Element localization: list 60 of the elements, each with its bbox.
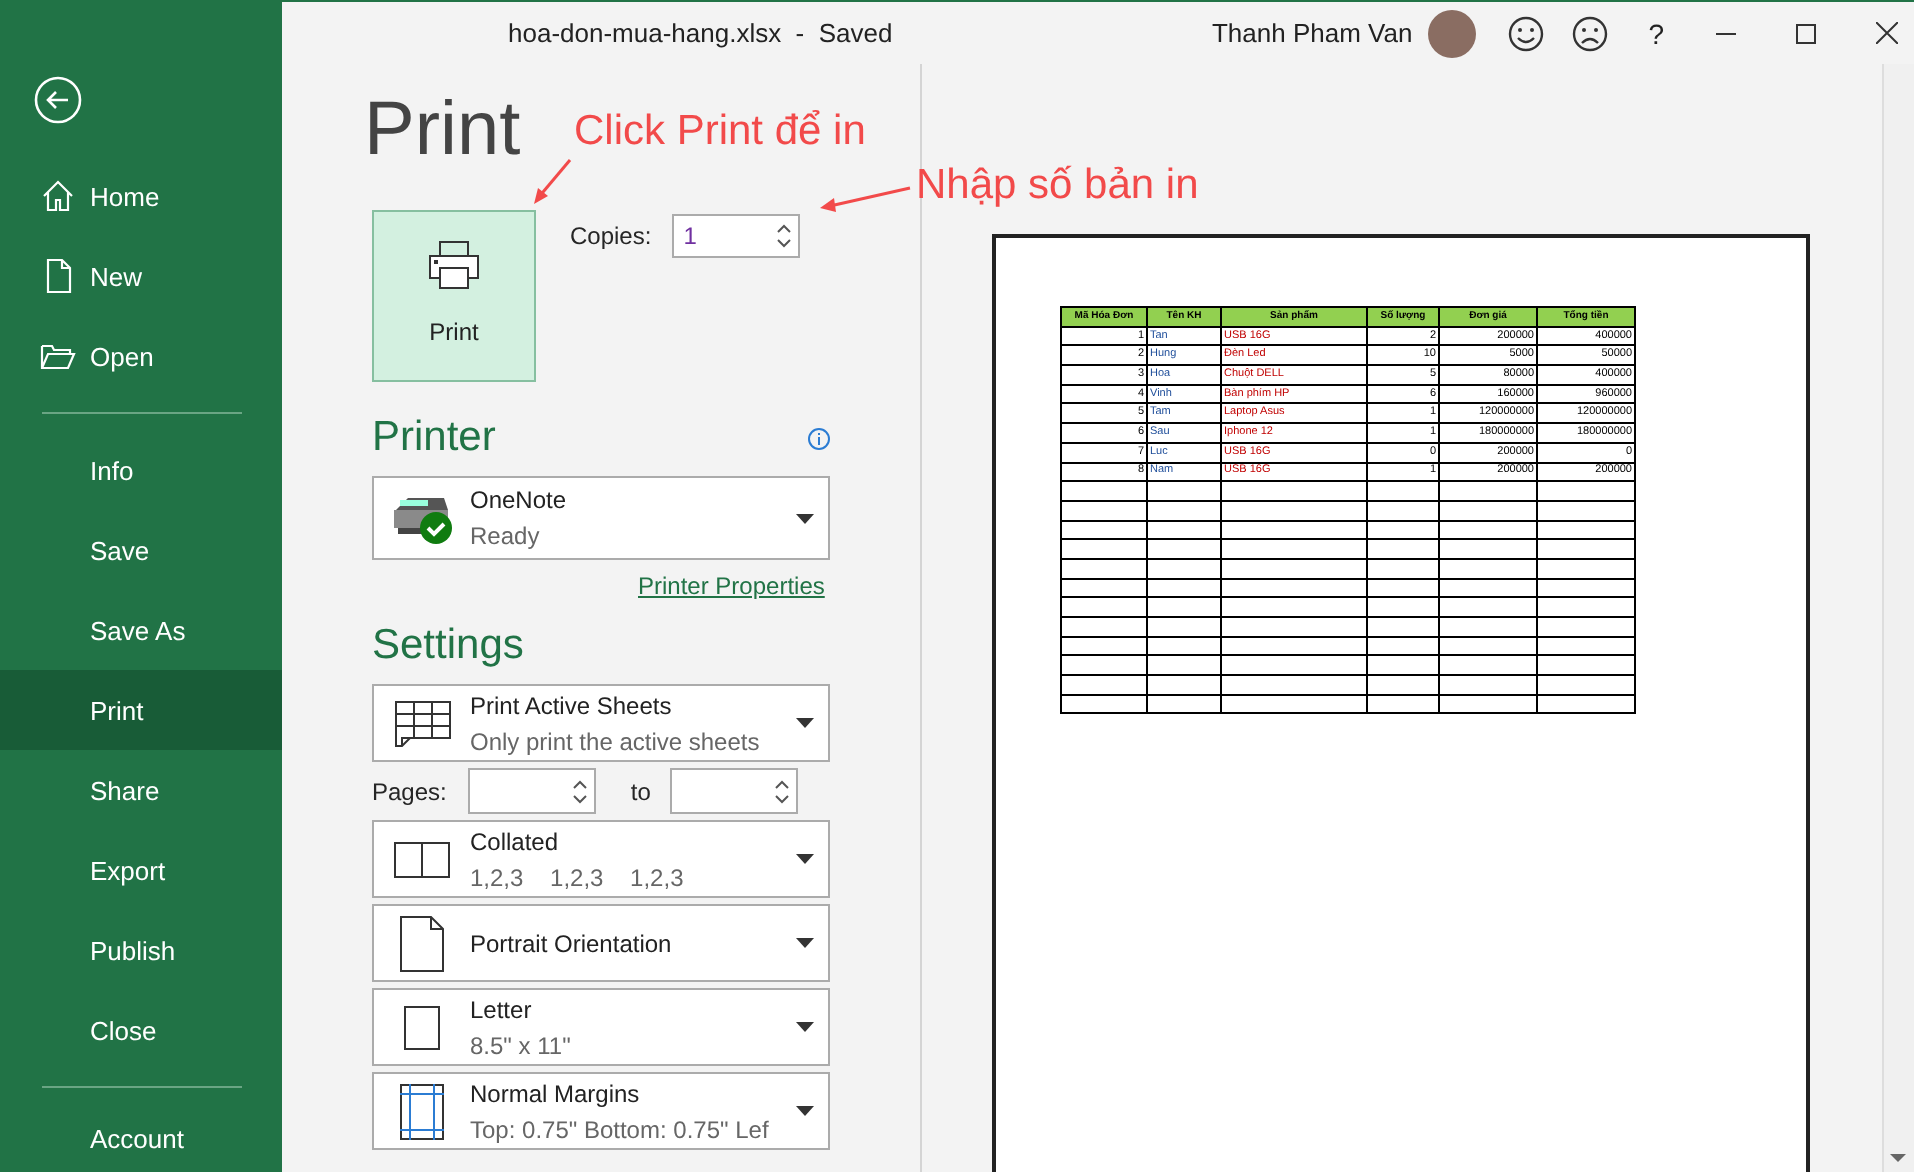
- nav-item[interactable]: Open: [0, 316, 282, 396]
- paper-icon: [404, 1005, 440, 1049]
- maximize-icon: [1796, 23, 1816, 43]
- dropdown[interactable]: Print Active Sheets Only print the active sheets: [372, 684, 830, 762]
- smiley-icon: [1508, 15, 1545, 51]
- print-button[interactable]: Print: [372, 210, 536, 382]
- spin-arrows-icon: [572, 779, 589, 803]
- nav-item[interactable]: New: [0, 236, 282, 316]
- section-heading: Settings: [372, 620, 524, 672]
- nav-item[interactable]: Save: [0, 510, 282, 590]
- nav-item[interactable]: Share: [0, 750, 282, 830]
- dropdown[interactable]: OneNote Ready: [372, 476, 830, 560]
- close-icon: [1876, 22, 1898, 44]
- back-icon: [34, 76, 82, 124]
- help-button[interactable]: ?: [1648, 17, 1664, 49]
- spin-arrows-icon: [774, 779, 791, 803]
- portrait-page-icon: [400, 915, 444, 971]
- nav-item[interactable]: Info: [0, 430, 282, 510]
- dropdown-caret-icon: [796, 513, 814, 523]
- copies-label: Copies:: [570, 222, 652, 250]
- home-icon: [40, 178, 76, 214]
- nav-item[interactable]: Close: [0, 990, 282, 1070]
- annotation-text: Nhập số bản in: [916, 162, 1199, 210]
- margins-icon: [400, 1083, 444, 1139]
- printer-properties-link[interactable]: Printer Properties: [638, 572, 825, 600]
- dropdown-caret-icon: [796, 854, 814, 864]
- nav-item[interactable]: Account: [0, 1104, 282, 1172]
- nav-item[interactable]: Publish: [0, 910, 282, 990]
- dropdown[interactable]: Normal Margins Top: 0.75" Bottom: 0.75" Lef: [372, 1072, 830, 1150]
- pages-label: Pages:: [372, 777, 447, 805]
- to-label: to: [630, 777, 651, 805]
- frown-icon: [1572, 15, 1609, 51]
- annotation-arrow: [532, 156, 574, 206]
- user-avatar[interactable]: [1428, 9, 1477, 57]
- annotation-text: Click Print để in: [574, 108, 866, 156]
- copies-field[interactable]: 1: [671, 214, 800, 258]
- dropdown[interactable]: Portrait Orientation: [372, 904, 830, 982]
- printer-icon: [428, 240, 480, 290]
- nav-item[interactable]: Export: [0, 830, 282, 910]
- annotation-arrow: [818, 184, 914, 214]
- spin-arrows-icon: [775, 224, 792, 248]
- pages-icon: [394, 841, 450, 877]
- section-heading: Printer: [372, 412, 496, 464]
- page-to-field[interactable]: [670, 768, 799, 814]
- dropdown-caret-icon: [796, 1022, 814, 1032]
- window-title: hoa-don-mua-hang.xlsx - Saved: [508, 18, 893, 48]
- user-name[interactable]: Thanh Pham Van: [1211, 18, 1413, 48]
- dropdown[interactable]: Collated 1,2,3 1,2,3 1,2,3: [372, 820, 830, 898]
- dropdown-caret-icon: [796, 718, 814, 728]
- info-icon: [808, 427, 830, 449]
- dropdown[interactable]: Letter 8.5" x 11": [372, 988, 830, 1066]
- dropdown-caret-icon: [796, 1106, 814, 1116]
- nav-item[interactable]: Save As: [0, 590, 282, 670]
- grid-icon: [393, 699, 451, 747]
- scroll-down-icon: [1890, 1154, 1906, 1162]
- nav-item[interactable]: Print: [0, 670, 282, 750]
- dropdown-caret-icon: [796, 938, 814, 948]
- nav-item[interactable]: Home: [0, 156, 282, 236]
- page-from-field[interactable]: [468, 768, 597, 814]
- page-heading: Print: [364, 86, 521, 174]
